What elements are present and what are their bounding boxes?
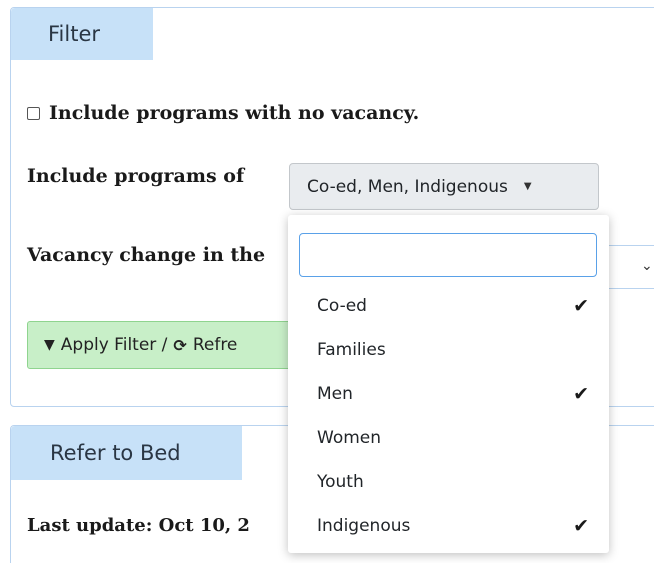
option-label: Women [317,428,382,448]
option-label: Families [317,340,386,360]
check-icon: ✔ [573,383,589,405]
last-update-text: Last update: Oct 10, 2 [27,515,250,536]
chevron-down-icon: ⌄ [641,258,653,274]
filter-icon: ▼ [44,337,55,353]
caret-down-icon: ▼ [523,181,532,192]
dropdown-option-families[interactable]: Families [288,328,609,372]
no-vacancy-label: Include programs with no vacancy. [49,102,420,124]
check-icon: ✔ [573,515,589,537]
programs-dropdown-menu: Co-ed ✔ Families Men ✔ Women Youth Indig… [288,215,609,553]
apply-filter-text: Apply Filter / [60,335,168,355]
option-label: Men [317,384,353,404]
option-label: Indigenous [317,516,411,536]
dropdown-option-women[interactable]: Women [288,416,609,460]
refresh-icon: ⟳ [173,335,187,355]
dropdown-option-youth[interactable]: Youth [288,460,609,504]
vacancy-change-label: Vacancy change in the [27,244,266,266]
include-programs-value: Co-ed, Men, Indigenous [307,176,508,197]
filter-tab[interactable]: Filter [11,8,153,60]
dropdown-options-list: Co-ed ✔ Families Men ✔ Women Youth Indig… [288,284,609,548]
dropdown-option-co-ed[interactable]: Co-ed ✔ [288,284,609,328]
dropdown-option-indigenous[interactable]: Indigenous ✔ [288,504,609,548]
dropdown-option-men[interactable]: Men ✔ [288,372,609,416]
option-label: Youth [317,472,364,492]
refresh-text: Refre [192,335,238,355]
no-vacancy-checkbox[interactable] [27,106,40,120]
no-vacancy-row[interactable]: Include programs with no vacancy. [27,102,419,124]
page: Filter Include programs with no vacancy.… [0,0,654,563]
include-programs-select[interactable]: Co-ed, Men, Indigenous ▼ [289,163,599,210]
dropdown-search-input[interactable] [299,233,597,277]
check-icon: ✔ [573,295,589,317]
refer-tab[interactable]: Refer to Bed [11,426,242,480]
option-label: Co-ed [317,296,367,316]
include-programs-label: Include programs of [27,165,245,187]
